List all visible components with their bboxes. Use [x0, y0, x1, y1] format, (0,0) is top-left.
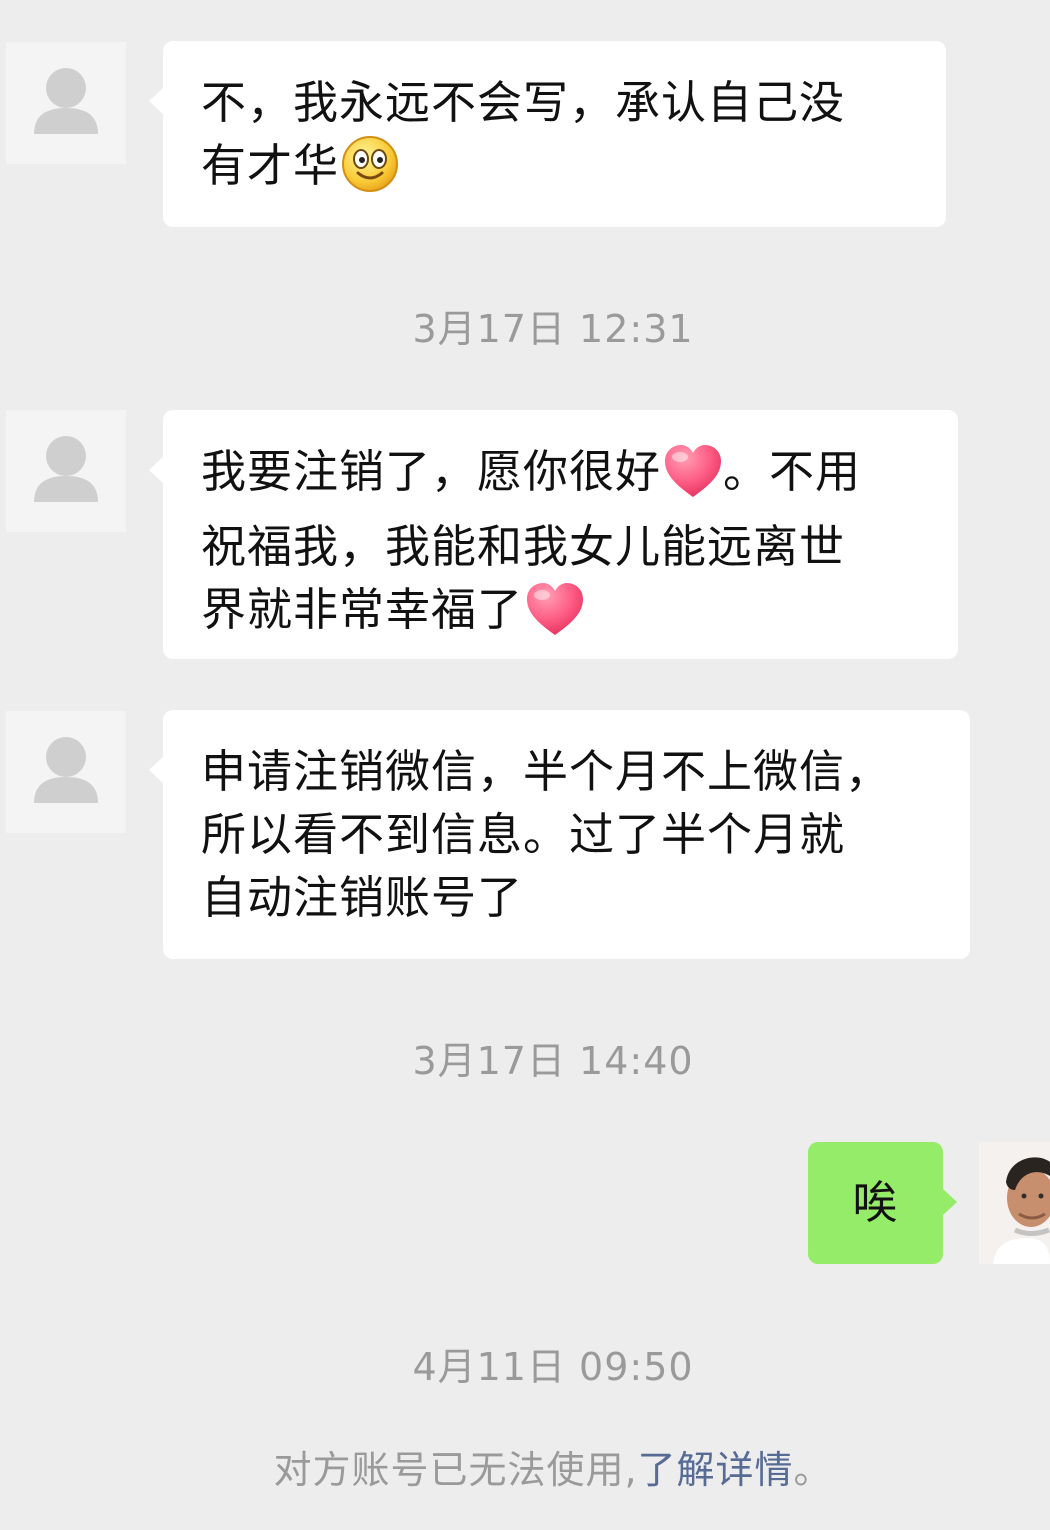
message-timestamp: 4月11日 09:50	[412, 1345, 694, 1389]
message-text-line: 有才华	[201, 139, 340, 192]
message-text-line: 界就非常幸福了	[201, 583, 524, 636]
message-bubble[interactable]: 不，我永远不会写，承认自己没 有才华	[149, 41, 946, 227]
default-avatar-icon	[6, 711, 126, 833]
default-avatar-icon	[6, 410, 126, 532]
user-photo-icon	[979, 1142, 1050, 1264]
user-avatar[interactable]	[979, 1142, 1050, 1264]
message-text-line-with-emoji: 有才华	[201, 134, 916, 209]
message-bubble-outgoing[interactable]: 唉	[808, 1142, 957, 1264]
message-text: 唉	[852, 1176, 899, 1229]
message-text-line: 申请注销微信，半个月不上微信，	[201, 745, 892, 798]
contact-avatar[interactable]	[6, 42, 126, 164]
smile-emoji-icon	[341, 135, 399, 209]
message-text-line: 。不用	[723, 445, 862, 498]
heart-emoji-icon	[663, 443, 723, 515]
notice-end: 。	[793, 1448, 833, 1492]
message-text-line-with-emoji: 界就非常幸福了	[201, 578, 928, 653]
chat-message-list[interactable]: 不，我永远不会写，承认自己没 有才华 3月17日 12:31 我要注销了，愿你很…	[0, 0, 1050, 1530]
learn-more-link[interactable]: 了解详情	[638, 1448, 794, 1492]
contact-avatar[interactable]	[6, 410, 126, 532]
heart-emoji-icon	[525, 581, 585, 653]
message-text-line: 自动注销账号了	[201, 871, 524, 924]
message-timestamp: 3月17日 12:31	[412, 307, 694, 351]
account-unavailable-notice: 对方账号已无法使用,了解详情。	[0, 1446, 1050, 1494]
message-text-line: 不，我永远不会写，承认自己没	[201, 76, 846, 129]
message-text-line: 我要注销了，愿你很好	[201, 445, 662, 498]
notice-text: 对方账号已无法使用,	[273, 1448, 638, 1492]
message-bubble[interactable]: 申请注销微信，半个月不上微信， 所以看不到信息。过了半个月就 自动注销账号了	[149, 710, 970, 959]
contact-avatar[interactable]	[6, 711, 126, 833]
message-text-line: 所以看不到信息。过了半个月就	[201, 808, 846, 861]
message-bubble[interactable]: 我要注销了，愿你很好 。不用 祝福我，我能和我女儿能远离世 界就非常幸福了	[149, 410, 958, 659]
message-timestamp: 3月17日 14:40	[412, 1039, 694, 1083]
default-avatar-icon	[6, 42, 126, 164]
message-text-line-with-emoji: 我要注销了，愿你很好 。不用	[201, 440, 928, 515]
message-text-line: 祝福我，我能和我女儿能远离世	[201, 520, 846, 573]
